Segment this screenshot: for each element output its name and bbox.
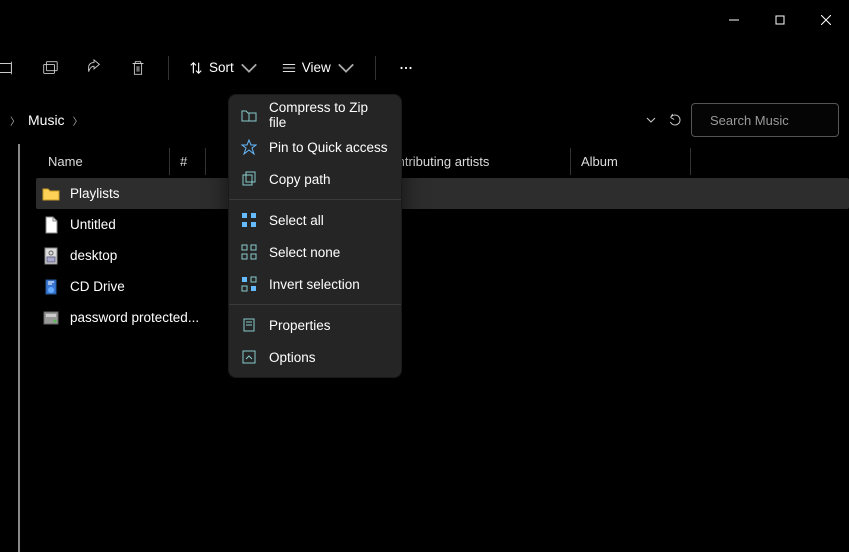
close-button[interactable]: [803, 10, 849, 30]
chevron-down-icon: [240, 59, 258, 77]
toolbar: Sort View: [0, 40, 849, 96]
address-row: 〉 Music 〉: [0, 96, 849, 144]
menu-item-copypath[interactable]: Copy path: [229, 163, 401, 195]
menu-item-label: Pin to Quick access: [269, 140, 388, 155]
refresh-icon[interactable]: [667, 112, 683, 128]
file-name: Untitled: [70, 217, 116, 232]
file-row[interactable]: password protected...: [36, 302, 849, 333]
cut-button[interactable]: [30, 50, 70, 86]
share-icon: [85, 59, 103, 77]
doc-icon: [42, 216, 60, 234]
menu-item-label: Copy path: [269, 172, 331, 187]
props-icon: [241, 317, 257, 333]
breadcrumb-item[interactable]: Music: [26, 108, 67, 132]
menu-item-label: Properties: [269, 318, 331, 333]
chevron-down-icon: [337, 59, 355, 77]
sort-icon: [189, 61, 203, 75]
menu-item-selall[interactable]: Select all: [229, 204, 401, 236]
toolbar-separator: [168, 56, 169, 80]
more-button[interactable]: [386, 50, 426, 86]
file-row[interactable]: Playlists: [36, 178, 849, 209]
menu-item-selnone[interactable]: Select none: [229, 236, 401, 268]
file-list: Playlists Untitled desktop CD Drive password…: [20, 178, 849, 333]
file-name: password protected...: [70, 310, 199, 325]
titlebar: [0, 0, 849, 40]
share-button[interactable]: [74, 50, 114, 86]
cd-icon: [42, 278, 60, 296]
rename-button[interactable]: [0, 50, 26, 86]
close-icon: [821, 15, 831, 25]
menu-item-label: Options: [269, 350, 316, 365]
chevron-right-icon: 〉: [6, 113, 24, 128]
file-name: Playlists: [70, 186, 120, 201]
folder-icon: [42, 185, 60, 203]
config-icon: [42, 247, 60, 265]
maximize-icon: [775, 15, 785, 25]
breadcrumb[interactable]: 〉 Music 〉: [4, 103, 87, 137]
maximize-button[interactable]: [757, 10, 803, 30]
file-view: Name # Contributing artists Album Playli…: [18, 144, 849, 552]
menu-item-label: Compress to Zip file: [269, 100, 389, 130]
menu-item-star[interactable]: Pin to Quick access: [229, 131, 401, 163]
sort-button[interactable]: Sort: [179, 50, 268, 86]
selnone-icon: [241, 244, 257, 260]
menu-item-label: Select all: [269, 213, 324, 228]
trash-icon: [129, 59, 147, 77]
view-label: View: [302, 60, 331, 75]
more-icon: [397, 59, 415, 77]
context-menu: Compress to Zip file Pin to Quick access C…: [228, 94, 402, 378]
file-row[interactable]: CD Drive: [36, 271, 849, 302]
file-row[interactable]: Untitled: [36, 209, 849, 240]
star-icon: [241, 139, 257, 155]
file-name: desktop: [70, 248, 117, 263]
rename-icon: [0, 59, 15, 77]
cut-icon: [41, 59, 59, 77]
delete-button[interactable]: [118, 50, 158, 86]
column-album[interactable]: Album: [571, 148, 691, 175]
selall-icon: [241, 212, 257, 228]
minimize-icon: [729, 15, 739, 25]
zip-icon: [241, 107, 257, 123]
search-box[interactable]: [691, 103, 839, 137]
menu-item-label: Invert selection: [269, 277, 360, 292]
column-track-number[interactable]: #: [170, 148, 206, 175]
toolbar-separator: [375, 56, 376, 80]
menu-separator: [229, 199, 401, 200]
disk-icon: [42, 309, 60, 327]
menu-item-options[interactable]: Options: [229, 341, 401, 373]
copypath-icon: [241, 171, 257, 187]
menu-item-label: Select none: [269, 245, 340, 260]
menu-item-zip[interactable]: Compress to Zip file: [229, 99, 401, 131]
chevron-right-icon: 〉: [69, 113, 87, 128]
view-icon: [282, 61, 296, 75]
search-input[interactable]: [710, 113, 849, 128]
menu-item-selinv[interactable]: Invert selection: [229, 268, 401, 300]
column-headers: Name # Contributing artists Album: [20, 144, 849, 178]
file-row[interactable]: desktop: [36, 240, 849, 271]
view-button[interactable]: View: [272, 50, 365, 86]
minimize-button[interactable]: [711, 10, 757, 30]
selinv-icon: [241, 276, 257, 292]
file-name: CD Drive: [70, 279, 125, 294]
sort-label: Sort: [209, 60, 234, 75]
menu-separator: [229, 304, 401, 305]
chevron-down-icon[interactable]: [645, 114, 657, 126]
menu-item-props[interactable]: Properties: [229, 309, 401, 341]
column-name[interactable]: Name: [38, 148, 170, 175]
options-icon: [241, 349, 257, 365]
